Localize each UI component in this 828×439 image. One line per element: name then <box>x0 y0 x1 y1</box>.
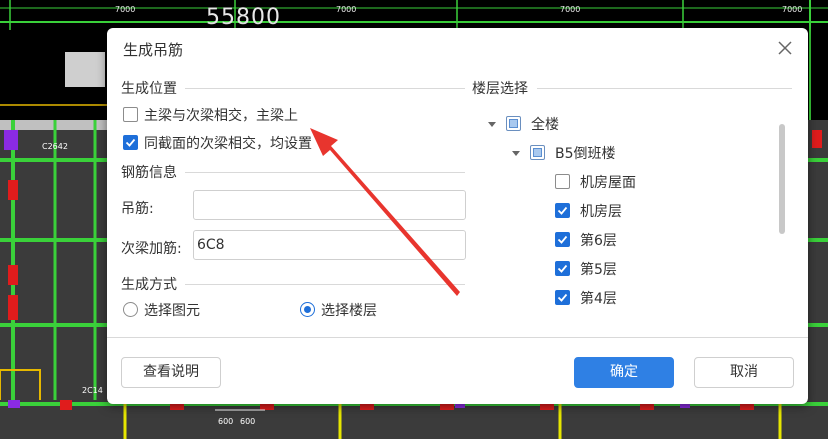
main-secondary-label[interactable]: 主梁与次梁相交，主梁上 <box>144 105 298 125</box>
floor-section-title: 楼层选择 <box>472 81 528 97</box>
section-divider <box>185 172 465 173</box>
rebar-section-title: 钢筋信息 <box>121 165 177 181</box>
floor-list-scrollbar[interactable] <box>779 124 785 234</box>
select-floor-label[interactable]: 选择楼层 <box>321 300 377 320</box>
section-divider <box>185 284 465 285</box>
floor-checkbox[interactable] <box>555 261 570 276</box>
position-section-title: 生成位置 <box>121 81 177 97</box>
building-checkbox[interactable] <box>530 145 545 160</box>
method-section-title: 生成方式 <box>121 277 177 293</box>
secondary-rebar-label: 次梁加筋: <box>121 241 182 257</box>
close-icon <box>778 41 792 55</box>
section-divider <box>537 88 792 89</box>
floor-checkbox[interactable] <box>555 174 570 189</box>
floor-label[interactable]: 机房层 <box>580 201 622 221</box>
select-element-radio[interactable] <box>123 302 138 317</box>
expand-arrow-icon[interactable] <box>487 119 497 129</box>
cad-total-dimension: 55800 <box>206 5 281 30</box>
floor-label[interactable]: 第6层 <box>580 230 617 250</box>
floor-all-checkbox[interactable] <box>506 116 521 131</box>
select-element-label[interactable]: 选择图元 <box>144 300 200 320</box>
secondary-rebar-input[interactable]: 6C8 <box>193 230 466 260</box>
cad-beam-label: 2C14 <box>82 386 103 395</box>
check-icon <box>557 293 568 302</box>
floor-all-label[interactable]: 全楼 <box>531 114 559 134</box>
floor-label[interactable]: 第5层 <box>580 259 617 279</box>
cancel-button[interactable]: 取消 <box>694 357 794 388</box>
cad-dimension: 600 <box>218 417 234 426</box>
generate-hanger-dialog: 生成吊筋 生成位置 主梁与次梁相交，主梁上 同截面的次梁相交，均设置 钢筋信息 … <box>107 28 808 404</box>
floor-label[interactable]: 第4层 <box>580 288 617 308</box>
main-secondary-checkbox[interactable] <box>123 107 138 122</box>
cad-beam-label: C2642 <box>42 142 68 151</box>
floor-label[interactable]: 机房屋面 <box>580 172 636 192</box>
check-icon <box>557 206 568 215</box>
check-icon <box>557 235 568 244</box>
same-section-checkbox[interactable] <box>123 135 138 150</box>
cad-dimension: 7000 <box>560 5 581 14</box>
close-button[interactable] <box>776 39 794 57</box>
check-icon <box>125 138 136 147</box>
check-icon <box>557 264 568 273</box>
floor-checkbox[interactable] <box>555 203 570 218</box>
ok-button[interactable]: 确定 <box>574 357 674 388</box>
hanger-input[interactable] <box>193 190 466 220</box>
select-floor-radio[interactable] <box>300 302 315 317</box>
cad-dimension: 7000 <box>336 5 357 14</box>
cad-dimension: 7000 <box>782 5 803 14</box>
dialog-title: 生成吊筋 <box>123 41 184 59</box>
floor-checkbox[interactable] <box>555 232 570 247</box>
cad-dimension: 7000 <box>115 5 136 14</box>
floor-checkbox[interactable] <box>555 290 570 305</box>
help-button[interactable]: 查看说明 <box>121 357 221 388</box>
cad-dimension: 600 <box>240 417 256 426</box>
section-divider <box>185 88 465 89</box>
footer-divider <box>107 337 808 338</box>
building-label[interactable]: B5倒班楼 <box>555 143 616 163</box>
expand-arrow-icon[interactable] <box>511 148 521 158</box>
same-section-label[interactable]: 同截面的次梁相交，均设置 <box>144 133 312 153</box>
hanger-label: 吊筋: <box>121 201 154 217</box>
